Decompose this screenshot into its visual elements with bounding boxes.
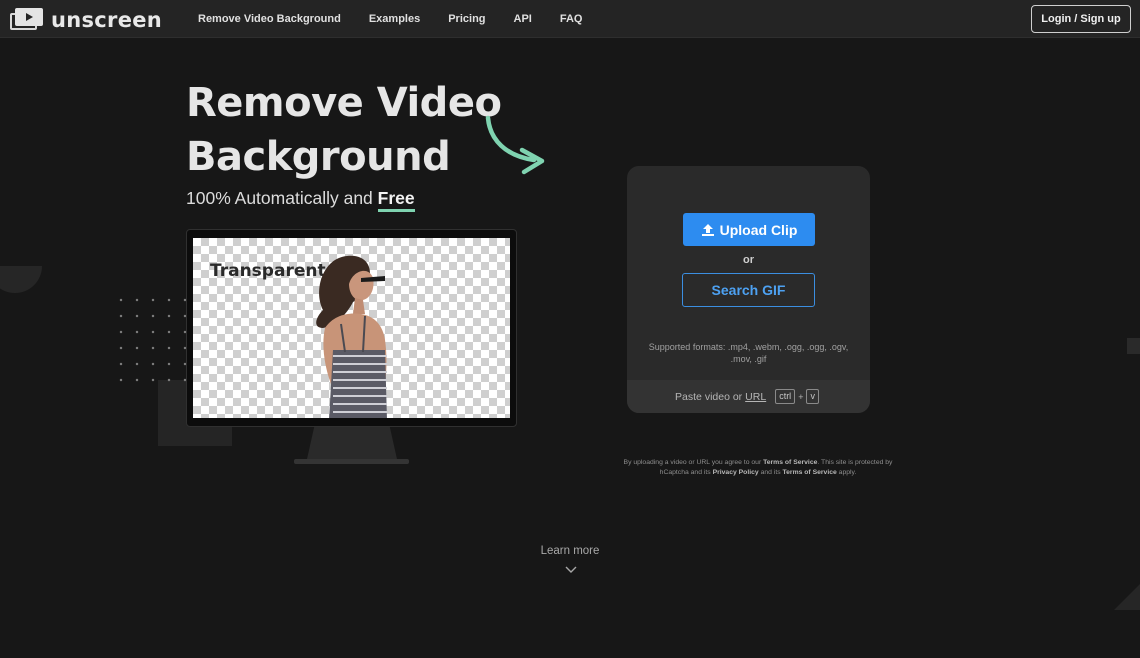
decorative-half-circle — [0, 266, 42, 293]
brand-logo[interactable]: unscreen — [10, 8, 162, 32]
nav-link-pricing[interactable]: Pricing — [448, 13, 485, 25]
terms-of-service-link[interactable]: Terms of Service — [763, 459, 817, 466]
navbar: unscreen Remove Video Background Example… — [0, 0, 1140, 38]
decorative-dot-grid — [113, 292, 193, 392]
paste-label: Paste video or — [675, 390, 743, 403]
curved-arrow-icon — [485, 115, 545, 175]
person-cutout-image — [316, 255, 387, 418]
transparent-preview-screen: Transparent — [193, 238, 510, 418]
or-separator: or — [743, 254, 754, 266]
search-gif-button[interactable]: Search GIF — [682, 273, 815, 307]
nav-link-remove-video-background[interactable]: Remove Video Background — [198, 13, 341, 25]
upload-clip-label: Upload Clip — [719, 221, 798, 238]
terms-notice: By uploading a video or URL you agree to… — [620, 458, 896, 478]
nav-link-faq[interactable]: FAQ — [560, 13, 583, 25]
upload-clip-button[interactable]: Upload Clip — [683, 213, 815, 246]
logo-icon — [10, 8, 44, 32]
monitor-stand — [307, 427, 397, 459]
hero-subtitle-text: 100% Automatically and — [186, 188, 378, 208]
nav-links: Remove Video Background Examples Pricing… — [198, 0, 610, 38]
v-key: v — [806, 389, 819, 404]
terms-text-1: By uploading a video or URL you agree to… — [623, 459, 764, 466]
nav-link-api[interactable]: API — [514, 13, 532, 25]
chevron-down-icon[interactable] — [565, 566, 577, 574]
hero-subtitle-highlight: Free — [377, 188, 415, 212]
hero-subtitle: 100% Automatically and Free — [186, 188, 415, 212]
supported-formats: Supported formats: .mp4, .webm, .ogg, .o… — [648, 342, 849, 364]
decorative-triangle — [1114, 584, 1140, 610]
terms-text-3: and its — [758, 469, 783, 476]
brand-name: unscreen — [51, 8, 163, 32]
nav-link-examples[interactable]: Examples — [369, 13, 420, 25]
privacy-policy-link[interactable]: Privacy Policy — [713, 469, 759, 476]
upload-card: Upload Clip or Search GIF Supported form… — [627, 166, 870, 413]
ctrl-key: ctrl — [775, 389, 796, 404]
key-plus: + — [798, 391, 804, 402]
upload-icon — [701, 223, 714, 236]
hcaptcha-terms-link[interactable]: Terms of Service — [783, 469, 837, 476]
learn-more-link[interactable]: Learn more — [520, 545, 620, 557]
paste-url-link[interactable]: URL — [745, 391, 766, 403]
paste-bar: Paste video or URL ctrl + v — [627, 380, 870, 413]
login-signup-button[interactable]: Login / Sign up — [1031, 5, 1131, 33]
monitor-base — [294, 459, 409, 464]
decorative-square — [1127, 338, 1140, 354]
terms-text-4: apply. — [836, 469, 857, 476]
monitor-preview: Transparent — [186, 229, 517, 427]
